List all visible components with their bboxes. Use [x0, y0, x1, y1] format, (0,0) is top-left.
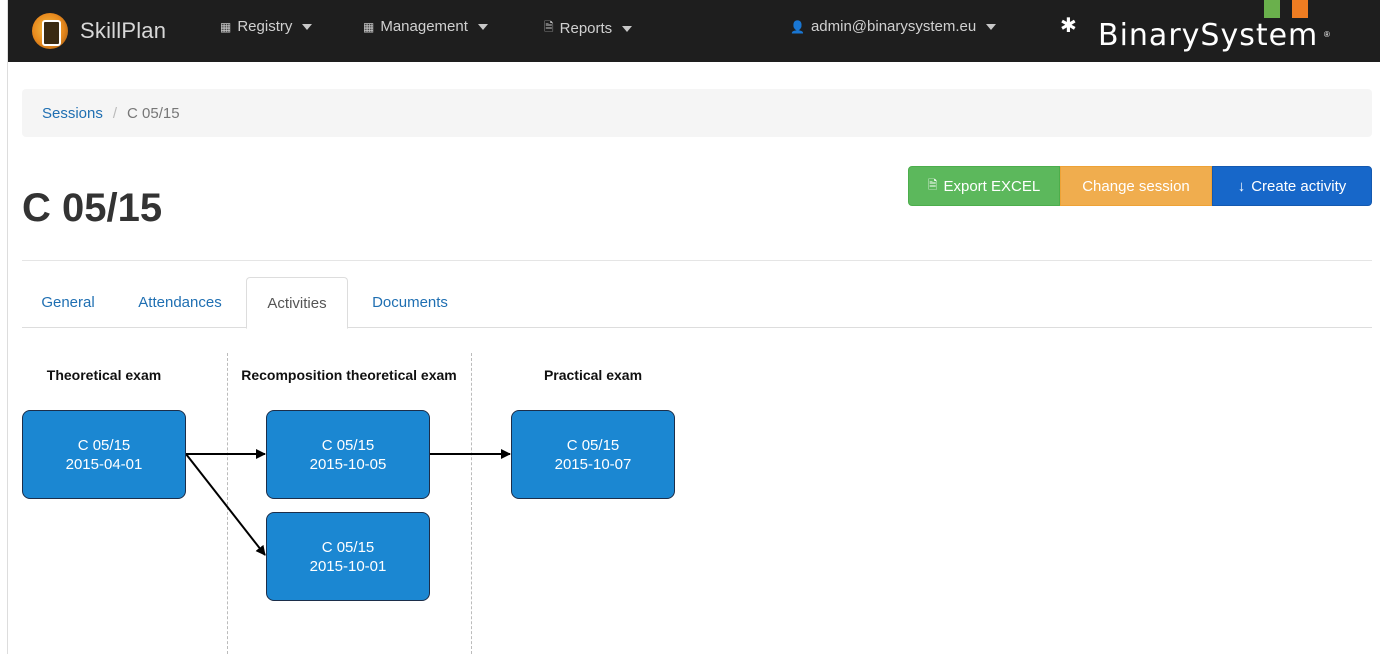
nav-menu-reports-label: Reports — [559, 20, 613, 37]
breadcrumb-separator: / — [112, 104, 118, 122]
chevron-down-icon — [622, 25, 633, 32]
brand-name: SkillPlan — [80, 18, 167, 43]
column-divider — [227, 353, 228, 654]
company-logo-text: BinarySystem — [1098, 18, 1319, 53]
tab-activities[interactable]: Activities — [246, 277, 348, 329]
activity-code: C 05/15 — [77, 436, 131, 454]
nav-menu-management[interactable]: ▦ Management — [363, 18, 488, 35]
tab-documents-label: Documents — [372, 294, 448, 311]
tab-general-label: General — [41, 294, 95, 311]
activity-node[interactable]: C 05/15 2015-10-01 — [266, 512, 430, 601]
user-icon: 👤 — [790, 19, 805, 34]
company-logo: BinarySystem ® — [1092, 0, 1332, 62]
activity-date: 2015-04-01 — [65, 455, 143, 473]
change-session-button[interactable]: Change session — [1060, 166, 1212, 206]
user-menu[interactable]: 👤 admin@binarysystem.eu — [790, 18, 997, 35]
breadcrumb-sessions-link[interactable]: Sessions — [42, 105, 103, 122]
activity-code: C 05/15 — [566, 436, 620, 454]
skillplan-logo-icon — [32, 13, 68, 49]
company-logo-mark: ® — [1324, 30, 1330, 39]
activity-code: C 05/15 — [321, 436, 375, 454]
document-icon: 🗎 — [927, 177, 938, 192]
top-navbar: SkillPlan ▦ Registry ▦ Management 🗎 Repo… — [8, 0, 1380, 62]
nav-menu-reports[interactable]: 🗎 Reports — [544, 18, 633, 39]
column-header-recomposition-theoretical-exam: Recomposition theoretical exam — [241, 367, 457, 383]
create-activity-label: Create activity — [1251, 177, 1347, 195]
tab-activities-label: Activities — [267, 294, 327, 312]
activity-date: 2015-10-07 — [554, 455, 632, 473]
tab-general[interactable]: General — [22, 277, 114, 328]
activity-node[interactable]: C 05/15 2015-10-05 — [266, 410, 430, 499]
nav-menu-registry[interactable]: ▦ Registry — [220, 18, 313, 35]
nav-menu-registry-label: Registry — [237, 18, 293, 35]
tab-documents[interactable]: Documents — [354, 277, 466, 328]
chevron-down-icon — [986, 23, 997, 30]
tab-attendances[interactable]: Attendances — [118, 277, 242, 328]
nav-menu-management-label: Management — [380, 18, 468, 35]
change-session-label: Change session — [1082, 177, 1190, 195]
column-divider — [471, 353, 472, 654]
activity-node[interactable]: C 05/15 2015-04-01 — [22, 410, 186, 499]
create-activity-button[interactable]: ↓ Create activity — [1212, 166, 1372, 206]
breadcrumb: Sessions / C 05/15 — [22, 89, 1372, 137]
logo-orange-square — [1292, 0, 1308, 18]
title-divider — [22, 260, 1372, 261]
session-tabs: General Attendances Activities Documents — [22, 277, 1372, 329]
flow-arrow — [185, 453, 266, 556]
tab-attendances-label: Attendances — [138, 294, 222, 311]
gear-icon[interactable]: ✱ — [1060, 13, 1077, 38]
breadcrumb-current: C 05/15 — [127, 104, 180, 122]
activity-node[interactable]: C 05/15 2015-10-07 — [511, 410, 675, 499]
export-excel-button[interactable]: 🗎 Export EXCEL — [908, 166, 1060, 206]
logo-green-square — [1264, 0, 1280, 18]
column-header-practical-exam: Practical exam — [543, 367, 643, 383]
page-title: C 05/15 — [22, 186, 163, 230]
export-excel-label: Export EXCEL — [943, 177, 1041, 195]
chevron-down-icon — [302, 23, 313, 30]
arrow-down-icon: ↓ — [1237, 177, 1246, 195]
activity-date: 2015-10-05 — [309, 455, 387, 473]
window-left-edge — [0, 0, 8, 654]
action-button-group: 🗎 Export EXCEL Change session ↓ Create a… — [908, 166, 1372, 206]
document-icon: 🗎 — [544, 20, 554, 34]
column-header-theoretical-exam: Theoretical exam — [46, 367, 162, 383]
activity-date: 2015-10-01 — [309, 557, 387, 575]
user-email: admin@binarysystem.eu — [810, 18, 977, 35]
brand[interactable]: SkillPlan — [32, 8, 166, 54]
calendar-icon: ▦ — [363, 19, 375, 34]
activity-code: C 05/15 — [321, 538, 375, 556]
chevron-down-icon — [477, 23, 488, 30]
calendar-icon: ▦ — [220, 19, 232, 34]
